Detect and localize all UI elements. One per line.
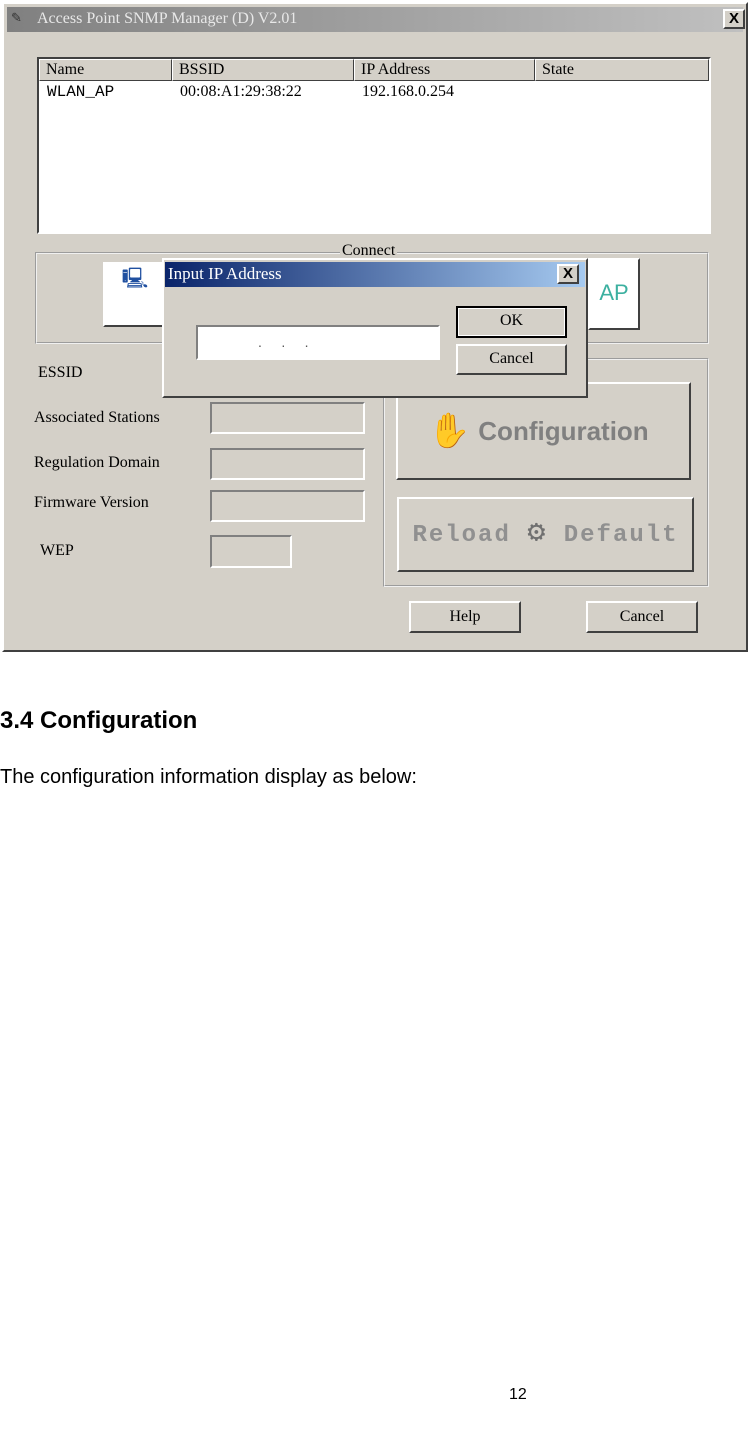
- default-label: Default: [563, 522, 679, 549]
- help-button[interactable]: Help: [409, 601, 521, 633]
- app-icon: ✎: [11, 10, 22, 25]
- cancel-button[interactable]: Cancel: [586, 601, 698, 633]
- body-text: The configuration information display as…: [0, 766, 417, 788]
- stations-label: Associated Stations: [34, 409, 160, 426]
- dialog-cancel-button[interactable]: Cancel: [456, 344, 567, 375]
- ok-button[interactable]: OK: [456, 306, 567, 338]
- window-title: Access Point SNMP Manager (D) V2.01: [37, 10, 298, 27]
- reload-label: Reload: [412, 522, 511, 549]
- column-header-state[interactable]: State: [535, 59, 709, 81]
- configuration-icon: ✋: [428, 412, 471, 450]
- dialog-title: Input IP Address: [168, 264, 282, 283]
- close-button[interactable]: X: [723, 9, 745, 29]
- input-ip-dialog: Input IP Address X . . . OK Cancel: [162, 258, 588, 398]
- network-computers-icon: 🖳: [121, 268, 149, 290]
- dialog-close-button[interactable]: X: [557, 264, 579, 284]
- domain-label: Regulation Domain: [34, 454, 160, 471]
- ap-button[interactable]: AP: [588, 258, 640, 330]
- configuration-label: Configuration: [478, 416, 649, 446]
- firmware-field: [210, 490, 365, 522]
- column-header-name[interactable]: Name: [39, 59, 172, 81]
- cell-bssid[interactable]: 00:08:A1:29:38:22: [172, 83, 302, 101]
- title-bar: ✎ Access Point SNMP Manager (D) V2.01 X: [7, 7, 745, 32]
- ip-address-input[interactable]: . . .: [196, 325, 440, 360]
- firmware-label: Firmware Version: [34, 494, 149, 511]
- cell-name[interactable]: WLAN_AP: [39, 83, 114, 101]
- wep-field: [210, 535, 292, 568]
- domain-field: [210, 448, 365, 480]
- connect-button[interactable]: 🖳: [103, 262, 167, 327]
- column-header-ip[interactable]: IP Address: [354, 59, 535, 81]
- gear-icon: ⚙: [527, 517, 548, 551]
- page-number: 12: [509, 1386, 527, 1403]
- stations-field: [210, 402, 365, 434]
- column-header-bssid[interactable]: BSSID: [172, 59, 354, 81]
- reload-default-button[interactable]: Reload ⚙ Default: [397, 497, 694, 572]
- wep-label: WEP: [40, 542, 74, 559]
- cell-ip[interactable]: 192.168.0.254: [354, 83, 454, 101]
- section-heading: 3.4 Configuration: [0, 707, 198, 734]
- ap-list[interactable]: Name BSSID IP Address State WLAN_AP 00:0…: [37, 57, 711, 234]
- essid-label: ESSID: [38, 364, 83, 381]
- dialog-title-bar: Input IP Address X: [165, 262, 585, 287]
